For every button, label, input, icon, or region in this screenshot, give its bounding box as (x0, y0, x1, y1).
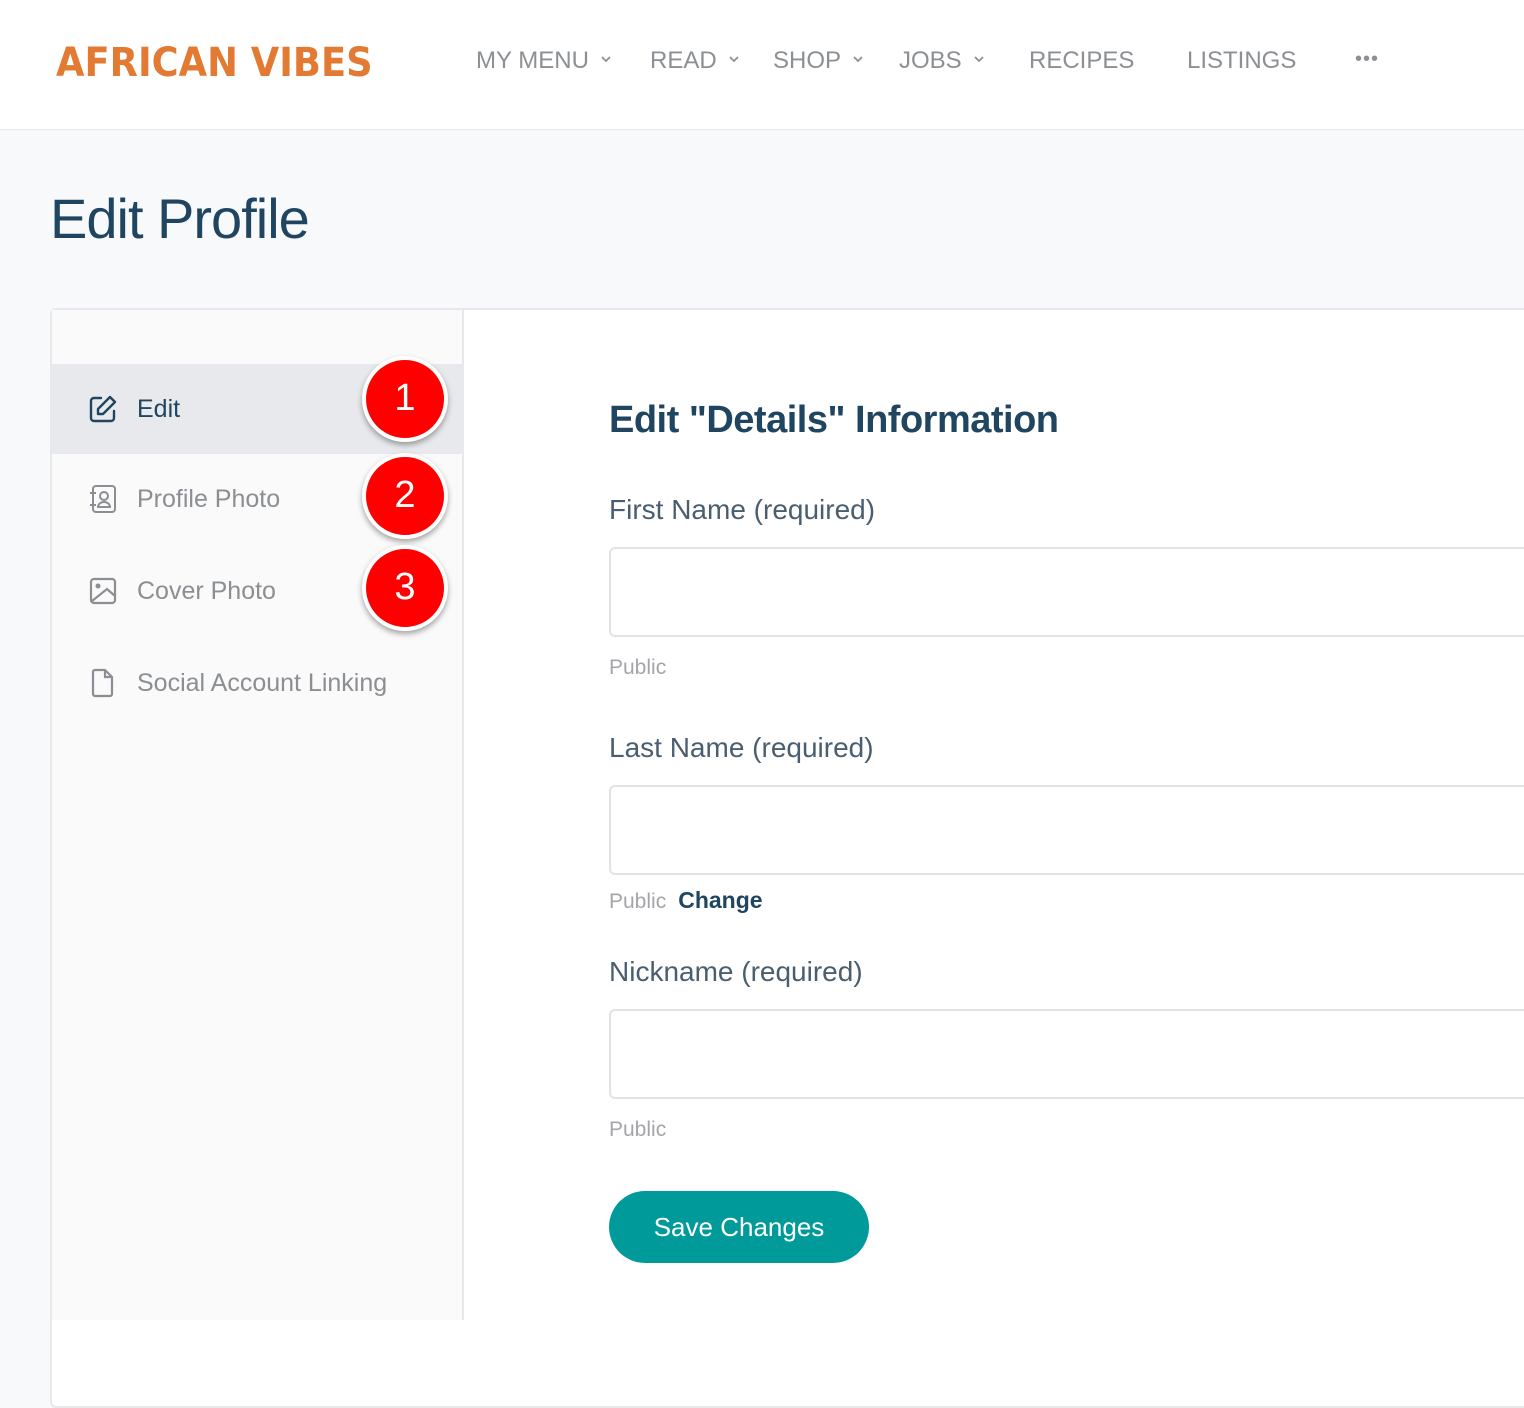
sidebar-item-label: Profile Photo (137, 485, 281, 513)
nav-label: JOBS (899, 47, 962, 74)
nav-label: RECIPES (1029, 47, 1135, 74)
chevron-down-icon (729, 56, 739, 62)
nickname-visibility: Public (609, 1116, 666, 1144)
nav-label: SHOP (773, 47, 842, 74)
chevron-down-icon (601, 56, 611, 62)
first-name-label: First Name (required) (609, 494, 876, 525)
nickname-label: Nickname (required) (609, 956, 863, 987)
annotation-badge-2: 2 (362, 453, 448, 539)
edit-icon (89, 395, 117, 423)
visibility-text: Public (609, 890, 667, 913)
change-visibility-link[interactable]: Change (678, 887, 762, 913)
last-name-visibility: Public Change (609, 886, 763, 916)
form-title: Edit "Details" Information (609, 399, 1059, 441)
annotation-badge-1: 1 (362, 356, 448, 442)
last-name-input[interactable] (609, 785, 1524, 875)
chevron-down-icon (974, 56, 984, 62)
first-name-visibility: Public (609, 654, 666, 682)
sidebar-item-label: Cover Photo (137, 577, 276, 605)
nickname-input[interactable] (609, 1009, 1524, 1099)
visibility-text: Public (609, 656, 667, 679)
nav-label: READ (650, 47, 717, 74)
more-horizontal-icon: ••• (1355, 48, 1380, 70)
nav-item-read[interactable]: READ (650, 44, 741, 78)
chevron-down-icon (853, 56, 863, 62)
nav-item-recipes[interactable]: RECIPES (1029, 44, 1134, 78)
page-title: Edit Profile (50, 187, 310, 250)
nav-item-listings[interactable]: LISTINGS (1187, 44, 1296, 78)
nav-label: LISTINGS (1187, 47, 1297, 74)
annotation-badge-3: 3 (362, 545, 448, 631)
first-name-input[interactable] (609, 547, 1524, 637)
save-changes-button[interactable]: Save Changes (609, 1191, 869, 1263)
image-icon (89, 577, 117, 605)
site-logo[interactable]: AFRICAN VIBES (56, 38, 373, 88)
visibility-text: Public (609, 1118, 667, 1141)
nav-item-my-menu[interactable]: MY MENU (476, 44, 613, 78)
nav-item-shop[interactable]: SHOP (773, 44, 865, 78)
top-navigation-bar: AFRICAN VIBES MY MENU READ SHOP JOBS REC… (0, 0, 1524, 130)
nav-label: MY MENU (476, 47, 589, 74)
last-name-label: Last Name (required) (609, 732, 874, 763)
contact-book-icon (90, 485, 116, 513)
sidebar-item-label: Edit (137, 395, 181, 423)
sidebar-item-social-account-linking[interactable]: Social Account Linking (52, 638, 464, 728)
nav-item-jobs[interactable]: JOBS (899, 44, 986, 78)
sidebar-item-label: Social Account Linking (137, 669, 388, 697)
file-icon (91, 668, 114, 698)
more-menu-button[interactable]: ••• (1355, 42, 1379, 76)
